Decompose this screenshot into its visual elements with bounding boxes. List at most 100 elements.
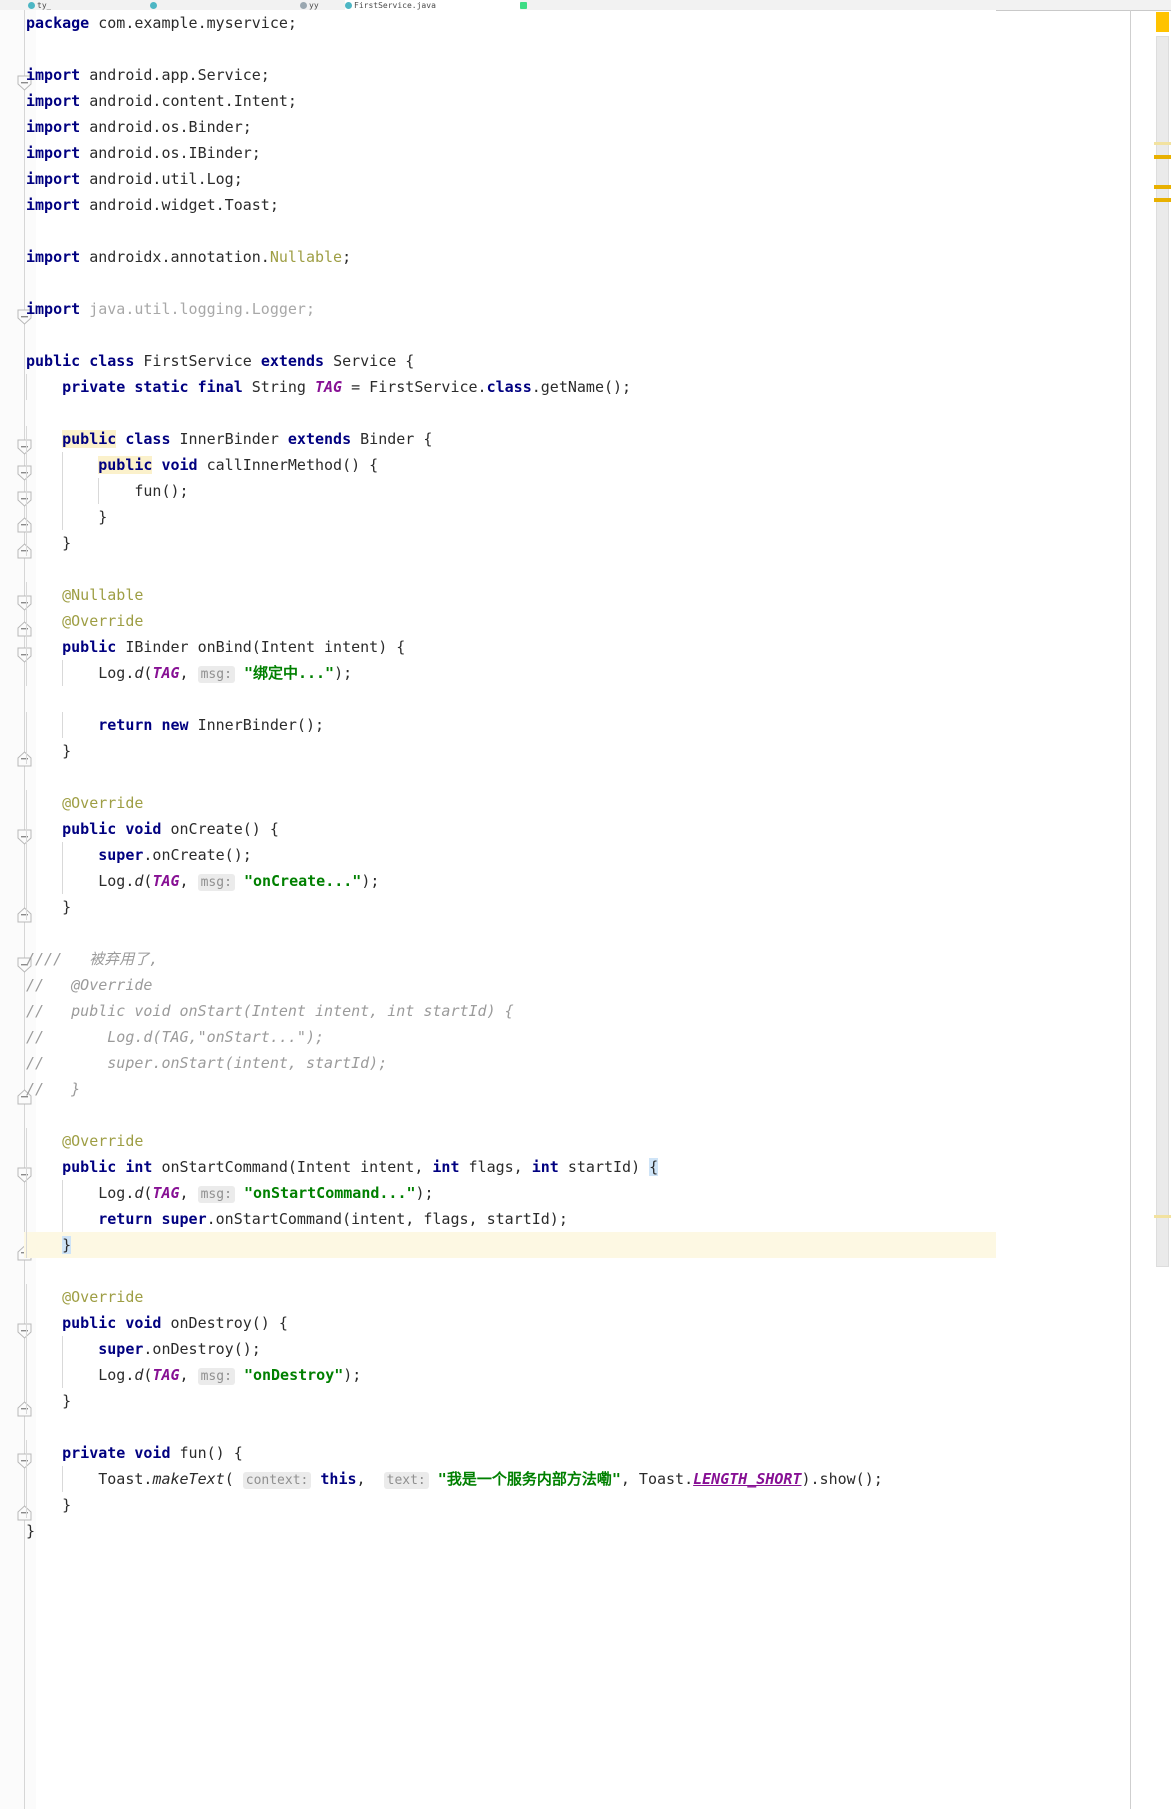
code-line[interactable]: [24, 400, 996, 426]
indent-guide: [62, 712, 64, 738]
code-token: );: [334, 664, 353, 682]
code-line[interactable]: [24, 36, 996, 62]
indent-guide: [26, 1284, 27, 1310]
editor-tab-label: FirstService.java: [354, 0, 436, 10]
code-token: ,: [179, 872, 198, 890]
code-token: androidx.annotation.: [89, 248, 270, 266]
analysis-warning-marker[interactable]: [1154, 198, 1171, 202]
code-line[interactable]: // public void onStart(Intent intent, in…: [24, 998, 996, 1024]
code-line[interactable]: import android.app.Service;: [24, 62, 996, 88]
code-line[interactable]: public class FirstService extends Servic…: [24, 348, 996, 374]
indent-guide: [62, 660, 64, 686]
code-line[interactable]: [24, 270, 996, 296]
code-line[interactable]: @Override: [24, 1284, 996, 1310]
code-line[interactable]: }: [24, 1518, 996, 1544]
analysis-warning-marker[interactable]: [1154, 185, 1171, 189]
code-line[interactable]: Log.d(TAG, msg: "onCreate...");: [24, 868, 996, 894]
indent-guide: [26, 374, 27, 400]
code-token: msg:: [197, 1186, 235, 1203]
code-line[interactable]: [24, 764, 996, 790]
code-line[interactable]: @Nullable: [24, 582, 996, 608]
code-line[interactable]: // }: [24, 1076, 996, 1102]
code-line[interactable]: import android.util.Log;: [24, 166, 996, 192]
code-line[interactable]: public IBinder onBind(Intent intent) {: [24, 634, 996, 660]
code-line[interactable]: public void callInnerMethod() {: [24, 452, 996, 478]
code-line[interactable]: }: [24, 1388, 996, 1414]
code-line[interactable]: public int onStartCommand(Intent intent,…: [24, 1154, 996, 1180]
code-line[interactable]: public class InnerBinder extends Binder …: [24, 426, 996, 452]
code-line[interactable]: super.onDestroy();: [24, 1336, 996, 1362]
indent-guide: [26, 582, 27, 608]
code-line[interactable]: @Override: [24, 1128, 996, 1154]
code-line[interactable]: import android.os.IBinder;: [24, 140, 996, 166]
code-line[interactable]: public void onCreate() {: [24, 816, 996, 842]
code-line[interactable]: import android.os.Binder;: [24, 114, 996, 140]
code-token: ).show();: [801, 1470, 883, 1488]
code-token: import: [26, 66, 90, 84]
code-line[interactable]: public void onDestroy() {: [24, 1310, 996, 1336]
code-line[interactable]: }: [24, 894, 996, 920]
code-line[interactable]: //// 被弃用了,: [24, 946, 996, 972]
java-file-icon: [150, 1, 157, 9]
code-line[interactable]: // @Override: [24, 972, 996, 998]
code-line[interactable]: }: [24, 738, 996, 764]
code-content[interactable]: package com.example.myservice; import and…: [24, 10, 996, 1809]
code-line[interactable]: [24, 686, 996, 712]
code-line[interactable]: [24, 218, 996, 244]
analysis-warning-marker[interactable]: [1154, 142, 1171, 145]
analysis-warning-marker[interactable]: [1154, 1215, 1171, 1218]
code-line[interactable]: // Log.d(TAG,"onStart...");: [24, 1024, 996, 1050]
inspection-status-indicator[interactable]: [1156, 12, 1169, 32]
analysis-warning-marker[interactable]: [1154, 155, 1171, 159]
code-line[interactable]: import android.widget.Toast;: [24, 192, 996, 218]
code-line[interactable]: @Override: [24, 608, 996, 634]
code-token: InnerBinder: [179, 430, 288, 448]
code-line[interactable]: [24, 1258, 996, 1284]
code-line[interactable]: private void fun() {: [24, 1440, 996, 1466]
editor-scrollbar-thumb[interactable]: [1156, 36, 1169, 1267]
code-line[interactable]: }: [24, 530, 996, 556]
code-line[interactable]: super.onCreate();: [24, 842, 996, 868]
indent-guide: [26, 608, 27, 634]
indent-guide: [62, 1362, 64, 1388]
editor-tab-4[interactable]: [520, 0, 580, 10]
code-editor[interactable]: package com.example.myservice; import and…: [0, 10, 996, 1809]
code-token: // public void onStart(Intent intent, in…: [26, 1002, 514, 1020]
editor-tab-1[interactable]: [150, 0, 270, 10]
code-line[interactable]: private static final String TAG = FirstS…: [24, 374, 996, 400]
code-line[interactable]: import java.util.logging.Logger;: [24, 296, 996, 322]
code-line[interactable]: return new InnerBinder();: [24, 712, 996, 738]
code-line[interactable]: @Override: [24, 790, 996, 816]
code-token: ,: [179, 664, 198, 682]
code-token: @Override: [26, 794, 144, 812]
code-line[interactable]: }: [24, 504, 996, 530]
code-token: onStartCommand(Intent intent,: [161, 1158, 433, 1176]
code-line[interactable]: }: [24, 1492, 996, 1518]
code-line[interactable]: [24, 322, 996, 348]
indent-guide: [62, 504, 64, 530]
code-line[interactable]: [24, 556, 996, 582]
code-line[interactable]: [24, 920, 996, 946]
analysis-gutter-top: [996, 0, 1171, 11]
code-token: ,: [356, 1470, 384, 1488]
code-line[interactable]: Log.d(TAG, msg: "绑定中...");: [24, 660, 996, 686]
code-line[interactable]: Log.d(TAG, msg: "onStartCommand...");: [24, 1180, 996, 1206]
code-token: public: [62, 430, 117, 448]
analysis-gutter[interactable]: [996, 0, 1171, 1809]
indent-guide: [26, 1388, 27, 1414]
editor-tab-0[interactable]: ty_: [28, 0, 86, 10]
code-line[interactable]: }: [24, 1232, 996, 1258]
code-line[interactable]: import androidx.annotation.Nullable;: [24, 244, 996, 270]
code-line[interactable]: [24, 1102, 996, 1128]
code-line[interactable]: return super.onStartCommand(intent, flag…: [24, 1206, 996, 1232]
code-line[interactable]: package com.example.myservice;: [24, 10, 996, 36]
code-line[interactable]: import android.content.Intent;: [24, 88, 996, 114]
code-line[interactable]: [24, 1414, 996, 1440]
code-line[interactable]: Log.d(TAG, msg: "onDestroy");: [24, 1362, 996, 1388]
code-line[interactable]: fun();: [24, 478, 996, 504]
code-line[interactable]: Toast.makeText( context: this, text: "我是…: [24, 1466, 996, 1492]
xml-file-icon: [300, 1, 307, 9]
code-token: fun();: [26, 482, 189, 500]
code-line[interactable]: // super.onStart(intent, startId);: [24, 1050, 996, 1076]
code-token: import: [26, 118, 90, 136]
